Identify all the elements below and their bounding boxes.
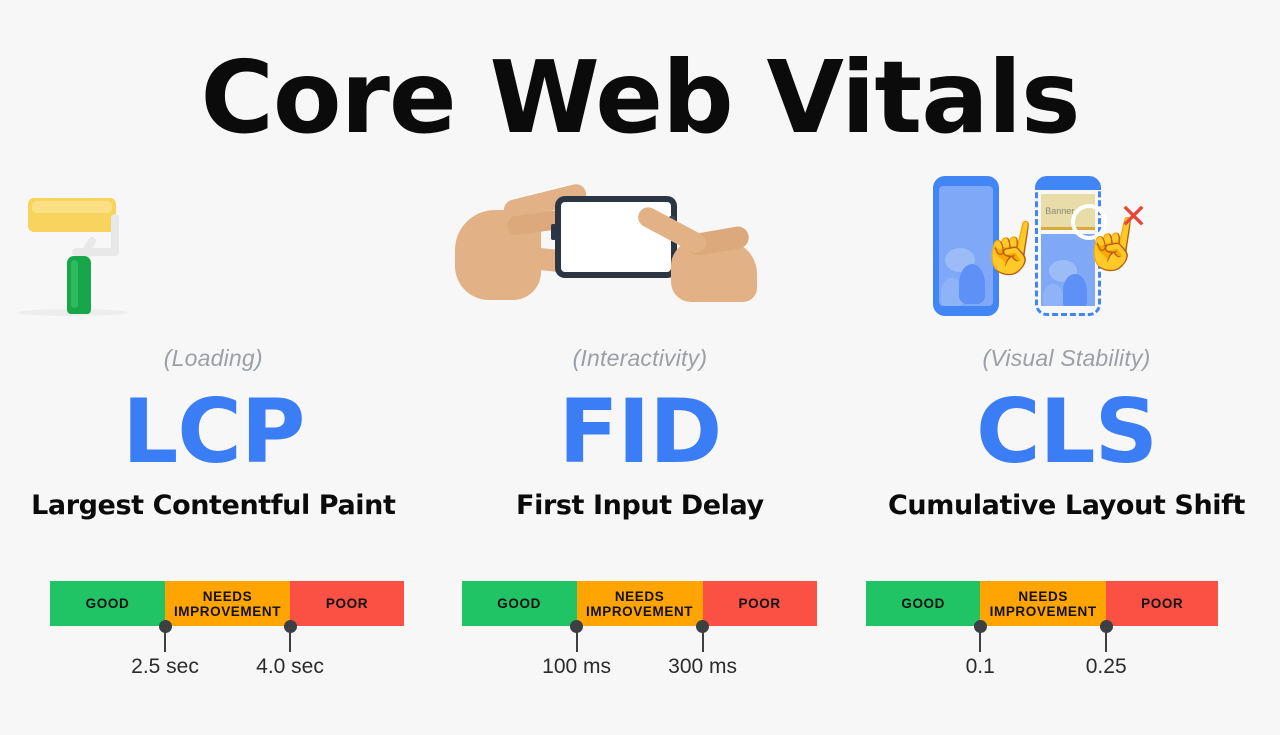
lcp-threshold-bar: GOOD NEEDS IMPROVEMENT POOR 2.5 sec 4.0 … xyxy=(0,581,427,701)
fid-metric-name: First Input Delay xyxy=(516,490,764,521)
lcp-metric-name: Largest Contentful Paint xyxy=(31,490,396,521)
fid-threshold-bar: GOOD NEEDS IMPROVEMENT POOR 100 ms 300 m… xyxy=(427,581,854,701)
lcp-acronym: LCP xyxy=(122,380,305,483)
cls-segment-needs-improvement: NEEDS IMPROVEMENT xyxy=(980,581,1107,626)
lcp-subtitle: (Loading) xyxy=(163,345,263,371)
cls-threshold-label-1: 0.1 xyxy=(965,655,995,678)
illustration-blob xyxy=(1063,274,1088,306)
marker-stem xyxy=(979,626,982,652)
fid-threshold-label-1: 100 ms xyxy=(542,655,612,678)
roller-grip-highlight xyxy=(71,260,78,308)
marker-stem xyxy=(164,626,166,652)
banner-label: Banner xyxy=(1045,205,1075,216)
paint-roller-icon xyxy=(10,170,150,320)
fid-bar-track: GOOD NEEDS IMPROVEMENT POOR xyxy=(461,581,817,626)
lcp-threshold-label-2: 4.0 sec xyxy=(256,655,324,678)
hands-holding-phone-icon xyxy=(454,178,757,323)
metrics-columns: (Loading) LCP Largest Contentful Paint G… xyxy=(0,170,1280,730)
cls-metric-name: Cumulative Layout Shift xyxy=(887,490,1245,521)
marker-stem xyxy=(575,626,578,652)
cls-segment-good: GOOD xyxy=(866,581,981,626)
fid-subtitle: (Interactivity) xyxy=(572,345,708,371)
layout-shift-phones-icon: ☝ Banner ☝ ✕ xyxy=(923,170,1213,325)
marker-stem xyxy=(1105,626,1108,652)
lcp-bar-track: GOOD NEEDS IMPROVEMENT POOR xyxy=(50,581,404,626)
lcp-segment-good: GOOD xyxy=(50,581,165,626)
illustration-blob xyxy=(1043,284,1064,306)
cls-subtitle: (Visual Stability) xyxy=(982,345,1151,371)
cls-threshold-label-2: 0.25 xyxy=(1085,655,1127,678)
fid-segment-good: GOOD xyxy=(461,581,577,626)
lcp-threshold-label-1: 2.5 sec xyxy=(131,655,199,678)
cls-icon-area: ☝ Banner ☝ ✕ xyxy=(853,170,1280,335)
roller-head-highlight xyxy=(32,201,112,213)
cls-threshold-bar: GOOD NEEDS IMPROVEMENT POOR 0.1 0.25 xyxy=(853,581,1280,701)
metric-column-fid: (Interactivity) FID First Input Delay GO… xyxy=(427,170,854,730)
cls-bar-track: GOOD NEEDS IMPROVEMENT POOR xyxy=(866,581,1219,626)
fid-threshold-label-2: 300 ms xyxy=(668,655,738,678)
metric-column-lcp: (Loading) LCP Largest Contentful Paint G… xyxy=(0,170,427,730)
marker-stem xyxy=(289,626,291,652)
lcp-segment-poor: POOR xyxy=(290,581,404,626)
lcp-icon-area xyxy=(0,170,427,335)
fid-segment-needs-improvement: NEEDS IMPROVEMENT xyxy=(576,581,703,626)
page-title: Core Web Vitals xyxy=(200,39,1081,156)
cls-segment-poor: POOR xyxy=(1106,581,1219,626)
marker-stem xyxy=(701,626,704,652)
fid-acronym: FID xyxy=(558,380,722,483)
fid-segment-poor: POOR xyxy=(702,581,817,626)
cls-acronym: CLS xyxy=(975,380,1158,483)
fid-icon-area xyxy=(427,170,854,335)
metric-column-cls: ☝ Banner ☝ ✕ (Visual Stability) CLS Cumu… xyxy=(853,170,1280,730)
lcp-segment-needs-improvement: NEEDS IMPROVEMENT xyxy=(165,581,290,626)
error-x-icon: ✕ xyxy=(1119,197,1148,237)
phone-side-button-left xyxy=(550,224,556,240)
infographic-root: Core Web Vitals (Loading) LCP Largest Co… xyxy=(0,0,1280,735)
phone-after-top-bar xyxy=(1035,176,1102,190)
